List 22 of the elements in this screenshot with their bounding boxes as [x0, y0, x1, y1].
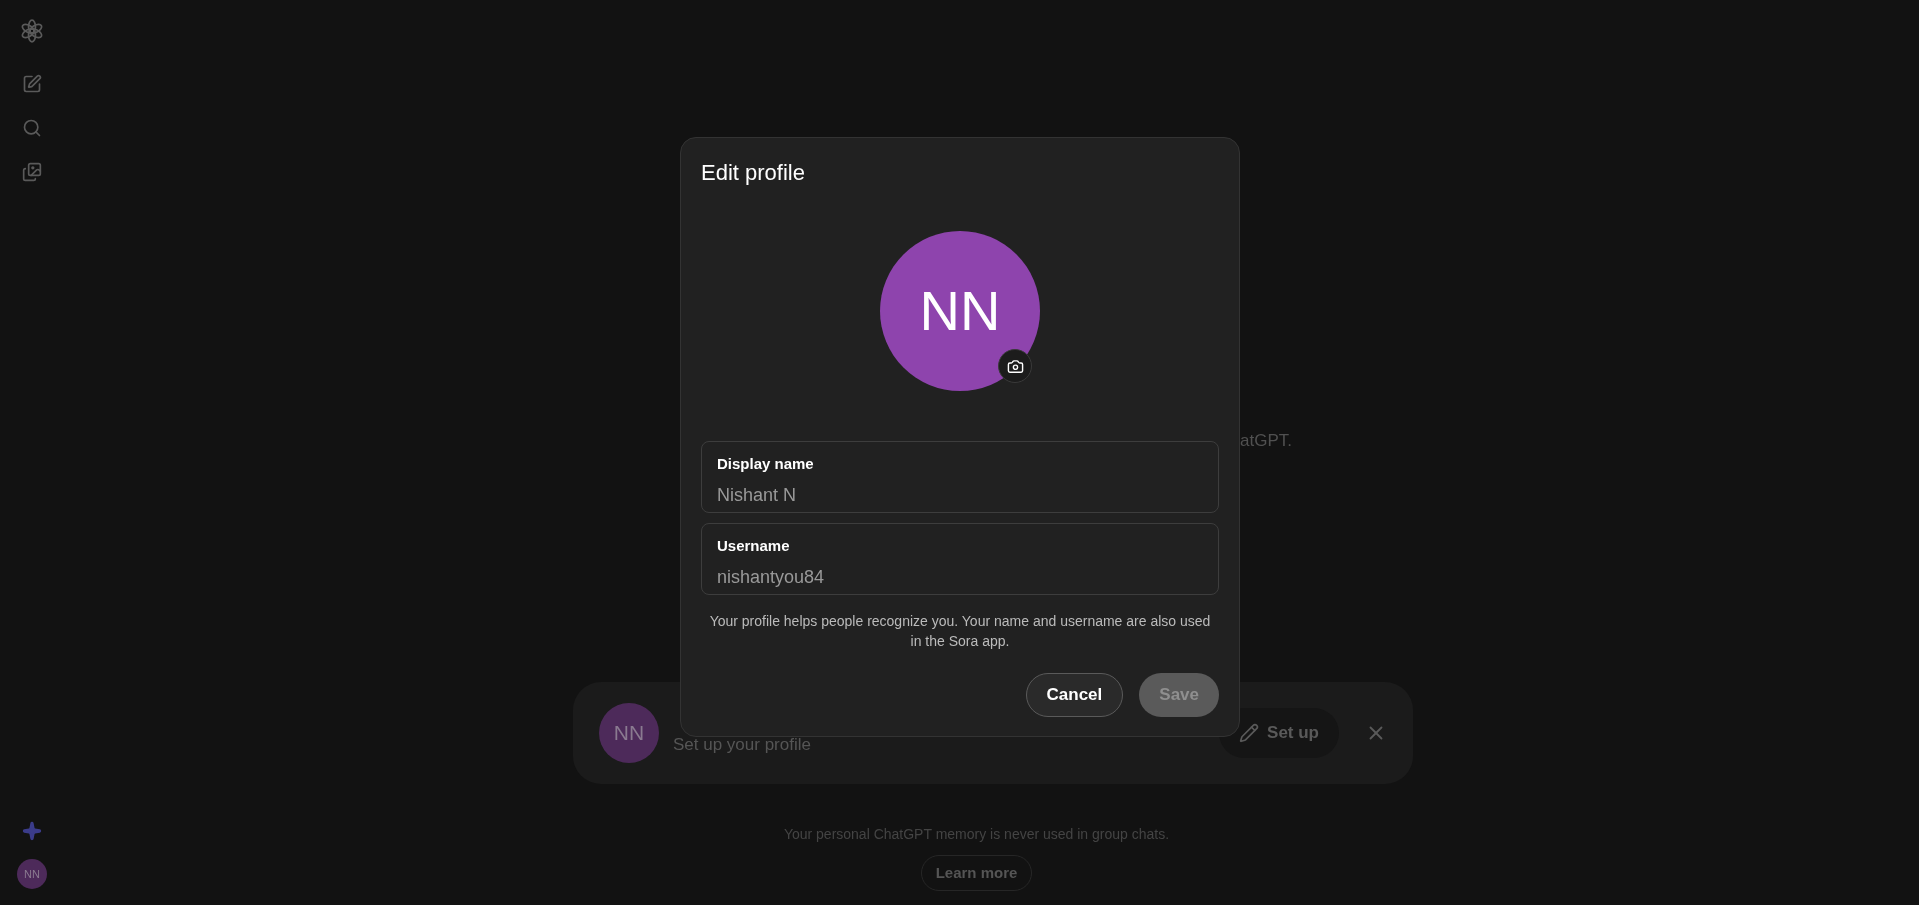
logo-icon[interactable]	[19, 18, 45, 44]
search-icon[interactable]	[22, 118, 42, 138]
field-value[interactable]: nishantyou84	[717, 563, 1203, 591]
new-chat-icon[interactable]	[22, 74, 42, 94]
field-value[interactable]: Nishant N	[717, 481, 1203, 509]
camera-icon	[1006, 357, 1024, 375]
change-photo-button[interactable]	[998, 349, 1032, 383]
pencil-icon	[1239, 723, 1260, 743]
cancel-button[interactable]: Cancel	[1025, 673, 1124, 717]
banner-subtitle: Set up your profile	[673, 734, 811, 757]
field-label: Display name	[717, 454, 815, 474]
text-field[interactable]: Display name Nishant N	[701, 441, 1219, 513]
images-icon[interactable]	[22, 162, 42, 182]
background-text: atGPT.	[1240, 431, 1292, 450]
text-field[interactable]: Username nishantyou84	[701, 523, 1219, 595]
sparkle-icon[interactable]	[22, 821, 42, 841]
dialog-title: Edit profile	[701, 159, 806, 187]
profile-avatar[interactable]: NN	[880, 231, 1040, 391]
help-text: Your profile helps people recognize you. Your name and username are also used in the Sora app.	[708, 612, 1212, 651]
user-avatar[interactable]: NN	[17, 859, 47, 889]
field-label: Username	[717, 536, 791, 556]
banner-avatar: NN	[599, 703, 659, 763]
